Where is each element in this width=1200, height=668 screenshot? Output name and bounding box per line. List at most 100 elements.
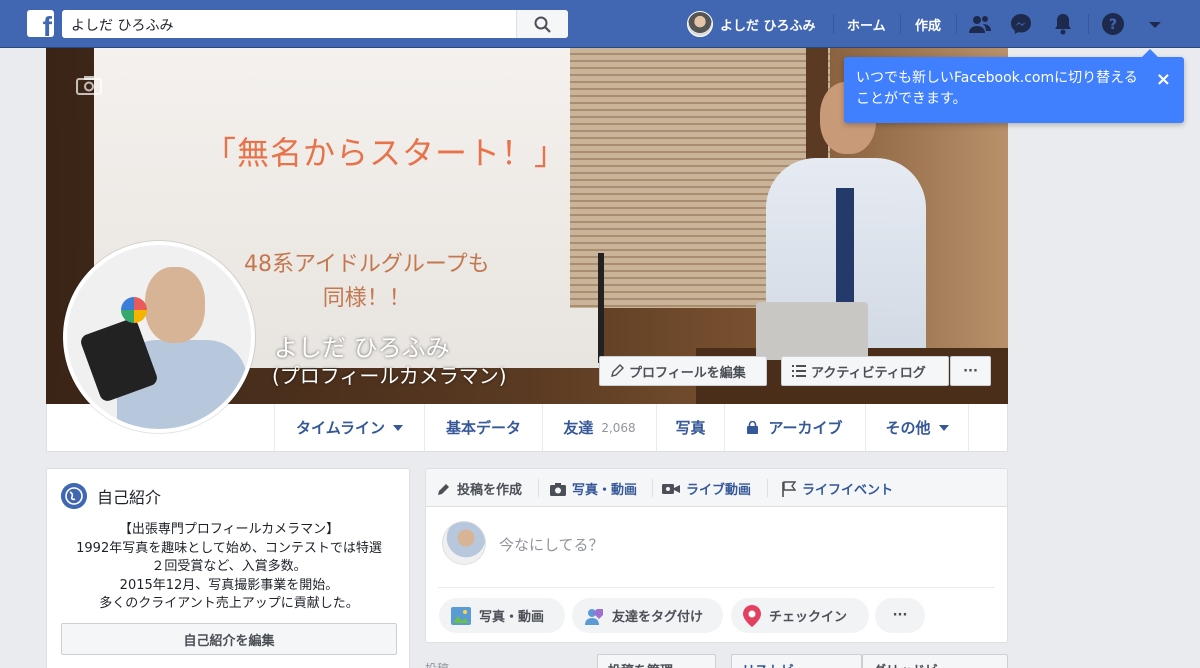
chevron-down-icon <box>392 424 403 431</box>
photo-video-pill[interactable]: 写真・動画 <box>439 598 565 633</box>
post-composer: 投稿を作成 写真・動画 ライブ動画 ライフイベント 今なにしてる？ 写真・動画 … <box>425 468 1008 643</box>
friends-count: 2,068 <box>601 420 636 435</box>
nav-user-name: よしだ ひろふみ <box>720 18 816 34</box>
tooltip-text: いつでも新しいFacebook.comに切り替えることができます。 <box>856 70 1138 107</box>
laptop <box>756 302 868 360</box>
photo-icon <box>451 606 471 625</box>
help-icon[interactable]: ? <box>1101 12 1125 36</box>
live-video-tab[interactable]: ライブ動画 <box>662 479 751 498</box>
tab-photos[interactable]: 写真 <box>656 404 724 451</box>
composer-tabs: 投稿を作成 写真・動画 ライブ動画 ライフイベント <box>426 469 1007 507</box>
screen-subtitle-line-2: 同様！！ <box>322 286 411 311</box>
notifications-bell-icon[interactable] <box>1051 12 1075 36</box>
grid-view-button[interactable]: グリッドビュー <box>862 654 1008 668</box>
more-pill-label: ··· <box>892 608 908 623</box>
nav-divider <box>833 14 834 34</box>
tab-friends[interactable]: 友達 2,068 <box>542 404 656 451</box>
check-in-pill[interactable]: チェックイン <box>731 598 869 633</box>
more-options-label: ··· <box>963 363 978 379</box>
search-input[interactable]: よしだ ひろふみ <box>71 15 173 35</box>
location-pin-icon <box>743 604 761 627</box>
more-options-button[interactable]: ··· <box>950 356 991 386</box>
edit-profile-button[interactable]: プロフィールを編集 <box>599 356 767 386</box>
more-pill[interactable]: ··· <box>875 598 925 633</box>
nav-divider <box>1088 14 1089 34</box>
live-video-label: ライブ動画 <box>686 483 752 498</box>
intro-title: 自己紹介 <box>97 488 162 507</box>
profile-picture[interactable] <box>63 241 255 433</box>
nav-create-link[interactable]: 作成 <box>915 15 941 34</box>
chevron-down-icon <box>938 424 949 431</box>
edit-intro-button[interactable]: 自己紹介を編集 <box>61 623 397 655</box>
avatar <box>687 11 713 37</box>
manage-posts-button[interactable]: 投稿を管理 <box>597 654 716 668</box>
grid-view-label: グリッドビュー <box>873 660 964 668</box>
tag-friends-pill[interactable]: 友達をタグ付け <box>572 598 723 633</box>
list-view-label: リストビュー <box>742 660 820 668</box>
intro-bio-line: 1992年写真を趣味として始め、コンテストでは特選 <box>76 540 382 556</box>
messenger-icon[interactable] <box>1009 12 1033 36</box>
status-input[interactable]: 今なにしてる？ <box>499 534 604 555</box>
life-event-tab[interactable]: ライフイベント <box>782 479 893 498</box>
composer-divider <box>438 587 995 588</box>
profile-photo-head <box>145 267 205 343</box>
tab-photos-label: 写真 <box>675 419 706 437</box>
tab-more[interactable]: その他 <box>865 404 969 451</box>
search-icon <box>534 16 551 33</box>
intro-bio-line: 多くのクライアント売上アップに貢献した。 <box>99 596 359 611</box>
facebook-logo-icon[interactable]: f <box>27 10 54 37</box>
intro-bio-line: 【出張専門プロフィールカメラマン】 <box>118 522 340 537</box>
check-in-pill-label: チェックイン <box>769 610 848 625</box>
nav-divider <box>900 14 901 34</box>
pencil-icon <box>438 483 449 495</box>
intro-bio-line: 2015年12月、写真撮影事業を開始。 <box>119 577 339 593</box>
video-camera-icon <box>662 483 680 494</box>
life-event-label: ライフイベント <box>802 483 894 498</box>
nav-profile-link[interactable]: よしだ ひろふみ <box>687 11 816 37</box>
nav-divider <box>956 14 957 34</box>
intro-bio-line: ２回受賞など、入賞多数。 <box>151 559 307 574</box>
update-cover-camera-icon[interactable] <box>76 75 102 95</box>
intro-card: 自己紹介 【出張専門プロフィールカメラマン】 1992年写真を趣味として始め、コ… <box>46 468 410 668</box>
manage-posts-label: 投稿を管理 <box>608 660 673 668</box>
activity-log-button[interactable]: アクティビティログ <box>781 356 949 386</box>
composer-divider <box>652 479 653 497</box>
tab-timeline[interactable]: タイムライン <box>274 404 424 451</box>
mic-stand <box>598 253 604 363</box>
profile-name[interactable]: よしだ ひろふみ <box>274 328 450 363</box>
composer-divider <box>538 479 539 497</box>
photo-video-pill-label: 写真・動画 <box>479 610 545 625</box>
screen-subtitle: 48系アイドルグループも 同様！！ <box>244 248 490 316</box>
speaker-tie <box>836 188 854 308</box>
close-icon[interactable]: × <box>1156 69 1171 90</box>
tab-friends-label: 友達 <box>563 419 594 437</box>
list-view-button[interactable]: リストビュー <box>731 654 862 668</box>
screen-title: 「無名からスタート！」 <box>204 134 568 172</box>
camera-icon <box>550 482 566 496</box>
nav-home-link[interactable]: ホーム <box>847 15 886 34</box>
tab-archive-label: アーカイブ <box>768 419 843 437</box>
friend-requests-icon[interactable] <box>968 12 992 36</box>
tab-more-label: その他 <box>885 419 931 437</box>
pencil-icon <box>611 364 624 377</box>
composer-divider <box>767 479 768 497</box>
search-button[interactable] <box>516 10 568 38</box>
account-menu-chevron-down-icon[interactable] <box>1143 12 1167 36</box>
create-post-label: 投稿を作成 <box>457 483 523 498</box>
lock-icon <box>747 421 759 434</box>
new-facebook-tooltip: いつでも新しいFacebook.comに切り替えることができます。 × <box>844 49 1184 123</box>
create-post-tab[interactable]: 投稿を作成 <box>437 479 522 498</box>
tab-about[interactable]: 基本データ <box>424 404 542 451</box>
screen-subtitle-line-1: 48系アイドルグループも <box>244 252 490 277</box>
flag-icon <box>782 480 796 497</box>
edit-profile-label: プロフィールを編集 <box>629 365 746 381</box>
tab-archive[interactable]: アーカイブ <box>724 404 865 451</box>
search-box[interactable]: よしだ ひろふみ <box>62 10 568 38</box>
tab-about-label: 基本データ <box>445 419 521 437</box>
photo-video-tab[interactable]: 写真・動画 <box>550 479 637 498</box>
globe-icon <box>61 483 87 509</box>
tab-timeline-label: タイムライン <box>296 419 385 437</box>
profile-logo-icon <box>121 297 147 323</box>
svg-text:?: ? <box>1109 17 1117 33</box>
tag-friends-icon <box>585 608 603 625</box>
